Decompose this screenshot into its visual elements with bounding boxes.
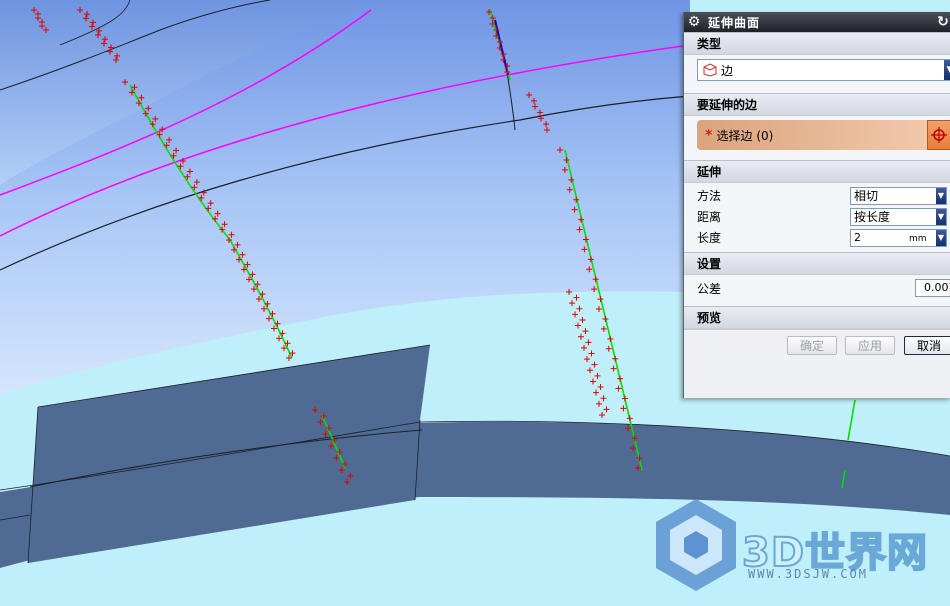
chevron-down-icon[interactable]: ▼ [936,229,946,246]
section-preview-header[interactable]: 预览 [684,306,950,329]
distance-value: 按长度 [854,209,891,224]
gear-icon[interactable]: ⚙ [684,14,704,30]
method-value: 相切 [854,188,879,203]
type-value: 边 [721,63,734,78]
chevron-down-icon[interactable]: ▼ [944,60,950,80]
section-preview-label: 预览 [697,311,722,325]
ok-button[interactable]: 确定 [787,336,837,355]
section-settings-header[interactable]: 设置 [684,252,950,275]
apply-button[interactable]: 应用 [845,336,895,355]
section-settings-label: 设置 [697,257,722,271]
method-label: 方法 [697,189,722,203]
apply-label: 应用 [857,339,882,353]
select-edge-label: 选择边 (0) [716,128,774,143]
type-combo[interactable]: 边 ▼ [697,59,950,81]
required-star-icon: * [705,126,713,144]
select-edge-bar[interactable]: * 选择边 (0) [697,120,932,150]
tolerance-label: 公差 [697,282,722,296]
distance-label: 距离 [697,210,722,224]
chevron-down-icon[interactable]: ▼ [936,187,946,204]
length-unit: mm [909,233,927,244]
length-input[interactable]: 2 mm ▼ [850,228,947,247]
cancel-button[interactable]: 取消 [904,336,950,355]
tolerance-value: 0.0010 [924,281,950,294]
chevron-down-icon[interactable]: ▼ [936,208,946,225]
section-extend-label: 延伸 [697,165,722,179]
extend-surface-dialog: ⚙ 延伸曲面 ↻ 类型 边 ▼ 要延伸的边 * 选择边 (0) 延伸 方法 相切 [683,12,950,398]
section-type-header[interactable]: 类型 [684,32,950,55]
select-edge-button[interactable] [927,120,950,150]
cancel-label: 取消 [916,339,941,353]
section-edge-header[interactable]: 要延伸的边 [684,93,950,116]
watermark-url: WWW.3DSJW.COM [748,567,868,581]
method-combo[interactable]: 相切 ▼ [850,186,947,205]
reset-icon[interactable]: ↻ [935,14,950,30]
section-extend-header[interactable]: 延伸 [684,160,950,183]
dialog-titlebar[interactable]: ⚙ 延伸曲面 ↻ [684,12,950,32]
length-label: 长度 [697,231,722,245]
section-type-label: 类型 [697,37,722,51]
ok-label: 确定 [799,339,824,353]
dialog-title: 延伸曲面 [708,15,761,30]
cube-icon [703,63,717,77]
tolerance-input[interactable]: 0.0010 [915,279,950,297]
crosshair-icon [931,127,947,143]
section-edge-label: 要延伸的边 [697,98,758,112]
distance-combo[interactable]: 按长度 ▼ [850,207,947,226]
length-value: 2 [854,230,861,244]
